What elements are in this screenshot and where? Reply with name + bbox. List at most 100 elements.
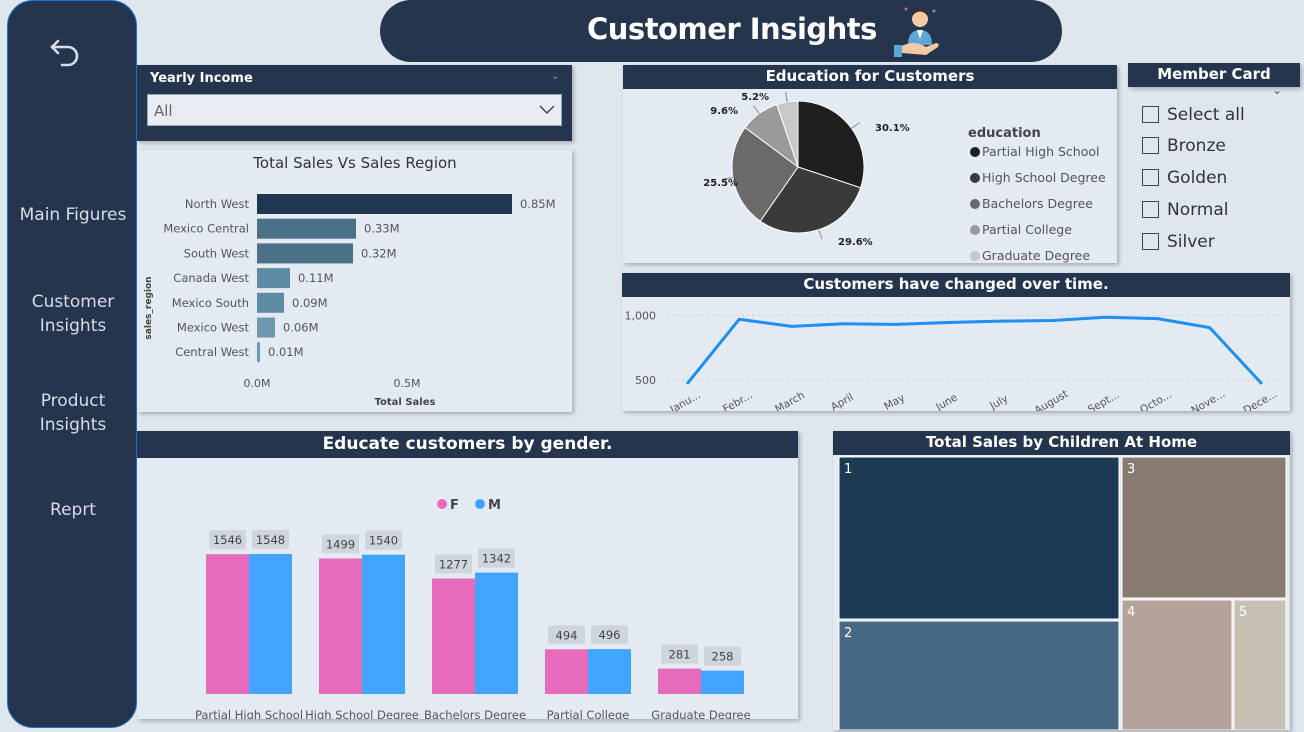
x-tick-label: Dece... [1242,388,1280,411]
y-axis-label: sales_region [144,276,154,339]
nav-label: Main Figures [19,205,127,225]
chart-title: Education for Customers [623,65,1117,89]
member-option-label: Silver [1167,231,1215,252]
nav-label: Reprt [50,500,96,520]
nav-report[interactable]: Reprt [8,498,138,522]
tile-label: 1 [844,462,852,477]
checkbox[interactable] [1142,233,1159,250]
data-label: 0.85M [520,197,556,211]
yearly-income-slicer: Yearly Income ⌄ All [137,65,572,141]
category-label: North West [185,197,250,211]
legend-item: M [488,498,501,513]
back-arrow-icon[interactable] [46,31,86,71]
chart-title: Total Sales by Children At Home [833,431,1290,455]
leader-line [851,122,860,129]
checkbox[interactable] [1142,137,1159,154]
x-tick-label: April [829,391,856,411]
sidebar-nav: Main Figures Customer Insights Product I… [7,0,137,728]
data-label: 496 [599,628,621,642]
treemap-tile [838,620,1120,731]
series-line [685,315,1264,385]
member-option-golden[interactable]: Golden [1142,167,1227,189]
data-label: 0.11M [298,271,334,285]
checkbox[interactable] [1142,201,1159,218]
customers-line-chart: 1,000 500 Janu... Febr... March April May June J… [625,309,1282,417]
bar [432,578,475,694]
leader-line [785,91,788,102]
tile-label: 4 [1127,605,1135,620]
checkbox[interactable] [1142,169,1159,186]
member-option-bronze[interactable]: Bronze [1142,135,1226,157]
legend-marker [437,499,447,509]
chart-title: Educate customers by gender. [137,431,798,458]
legend-title: education [968,126,1041,141]
x-axis-label: Total Sales [375,397,436,408]
customers-over-time-panel: Customers have changed over time. 1,000 5… [622,273,1290,417]
data-label: 1546 [213,533,242,547]
bar [257,243,353,264]
category-label: High School Degree [305,708,419,719]
nav-label: Product [40,391,106,411]
bar [658,668,701,694]
chart-title: Customers have changed over time. [622,273,1290,297]
education-gender-panel: Educate customers by gender. F M 1546 1548 P… [137,431,798,722]
bar [257,194,512,214]
category-label: Mexico South [172,296,249,310]
member-option-silver[interactable]: Silver [1142,231,1215,253]
category-label: Bachelors Degree [424,708,526,719]
data-label: 0.01M [268,345,304,359]
category-label: Partial High School [195,708,303,719]
children-treemap-panel: Total Sales by Children At Home 1 2 3 4 5 [833,431,1290,731]
bar [319,558,362,694]
category-label: South West [184,246,250,260]
legend-marker [970,251,980,261]
x-tick-label: Octo... [1138,389,1174,411]
x-tick-label: 0.5M [394,377,421,390]
leader-line [818,229,823,240]
legend-marker [970,225,980,235]
data-label: 5.2% [741,92,769,103]
page-title-bar: Customer Insights [380,0,1062,62]
x-tick-label: June [933,391,960,411]
treemap-tile [1121,456,1287,599]
data-label: 281 [669,648,691,662]
education-pie-panel: Education for Customers education 30.1% 2… [623,65,1117,263]
chevron-down-icon[interactable]: ⌄ [551,69,560,82]
y-tick-label: 500 [635,374,656,387]
category-label: Mexico West [177,321,250,335]
sales-region-chart-panel: Total Sales Vs Sales Region sales_region… [137,150,572,412]
leader-line [752,105,760,114]
yearly-income-value: All [154,102,173,120]
sales-region-chart: Total Sales Vs Sales Region sales_region… [144,154,556,408]
bar [257,268,290,289]
member-option-normal[interactable]: Normal [1142,199,1229,221]
bar [257,317,275,338]
chevron-down-icon[interactable]: ⌄ [1272,83,1282,97]
legend-item: F [450,498,459,513]
nav-product-insights[interactable]: Product Insights [8,389,138,437]
checkbox[interactable] [1142,106,1159,123]
data-label: 0.32M [361,246,397,260]
x-tick-label: August [1032,388,1070,411]
page-title: Customer Insights [587,12,877,46]
member-option-select-all[interactable]: Select all [1142,104,1245,126]
bar [362,554,405,694]
x-tick-label: March [773,389,807,411]
x-tick-label: July [987,392,1010,411]
nav-main-figures[interactable]: Main Figures [8,203,138,227]
nav-customer-insights[interactable]: Customer Insights [8,290,138,338]
nav-label: Customer [31,292,115,312]
bar [257,342,260,363]
data-label: 0.09M [292,296,328,310]
legend-marker [970,173,980,183]
bar [545,649,588,694]
tile-label: 5 [1239,605,1247,620]
legend-item: Bachelors Degree [982,196,1093,211]
children-treemap: 1 2 3 4 5 [838,456,1287,731]
x-tick-label: Nove... [1189,388,1227,411]
data-label: 25.5% [703,178,738,189]
nav-label: Insights [39,316,107,336]
member-option-label: Select all [1167,104,1245,125]
data-label: 1499 [326,537,355,551]
yearly-income-dropdown[interactable]: All [147,94,562,126]
